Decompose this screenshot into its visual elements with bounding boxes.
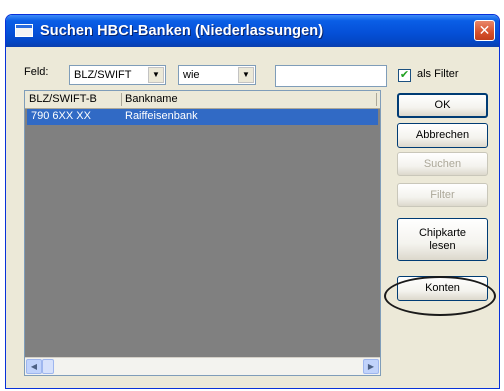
close-icon[interactable]: ✕ <box>474 20 495 41</box>
filter-checkbox[interactable]: ✔ <box>398 69 411 82</box>
filter-button[interactable]: Filter <box>397 183 488 207</box>
chevron-down-icon[interactable]: ▼ <box>238 67 254 83</box>
row-blz: 790 6XX XX <box>31 110 91 122</box>
title-bar[interactable]: Suchen HBCI-Banken (Niederlassungen) ✕ <box>6 15 499 47</box>
field-label: Feld: <box>24 66 49 78</box>
chevron-down-icon[interactable]: ▼ <box>148 67 164 83</box>
operator-select-value: wie <box>183 69 200 81</box>
search-input[interactable] <box>275 65 387 87</box>
column-divider[interactable] <box>376 93 377 106</box>
read-chipcard-button[interactable]: Chipkarte lesen <box>397 218 488 261</box>
field-select[interactable]: BLZ/SWIFT ▼ <box>69 65 166 85</box>
bank-list[interactable]: BLZ/SWIFT-B Bankname 790 6XX XX Raiffeis… <box>24 90 381 376</box>
filter-checkbox-label: als Filter <box>417 68 459 80</box>
cancel-button[interactable]: Abbrechen <box>397 123 488 148</box>
window-app-icon <box>15 24 33 37</box>
table-row[interactable]: 790 6XX XX Raiffeisenbank <box>27 109 378 125</box>
list-header: BLZ/SWIFT-B Bankname <box>25 91 380 109</box>
field-select-value: BLZ/SWIFT <box>74 69 132 81</box>
column-header-bankname[interactable]: Bankname <box>125 92 275 107</box>
ok-button[interactable]: OK <box>397 93 488 118</box>
operator-select[interactable]: wie ▼ <box>178 65 256 85</box>
horizontal-scrollbar[interactable]: ◀ ▶ <box>25 357 380 375</box>
column-header-blz[interactable]: BLZ/SWIFT-B <box>29 92 119 107</box>
column-divider[interactable] <box>121 93 122 106</box>
dialog-window: Suchen HBCI-Banken (Niederlassungen) ✕ F… <box>5 14 500 389</box>
scroll-left-icon[interactable]: ◀ <box>26 359 42 374</box>
scroll-right-icon[interactable]: ▶ <box>363 359 379 374</box>
read-chipcard-label-line1: Chipkarte <box>418 226 467 239</box>
scroll-thumb[interactable] <box>42 359 54 374</box>
highlight-circle-annotation <box>384 276 496 316</box>
window-title: Suchen HBCI-Banken (Niederlassungen) <box>40 23 324 39</box>
search-button[interactable]: Suchen <box>397 152 488 176</box>
row-bankname: Raiffeisenbank <box>125 110 198 122</box>
read-chipcard-label-line2: lesen <box>429 239 456 252</box>
